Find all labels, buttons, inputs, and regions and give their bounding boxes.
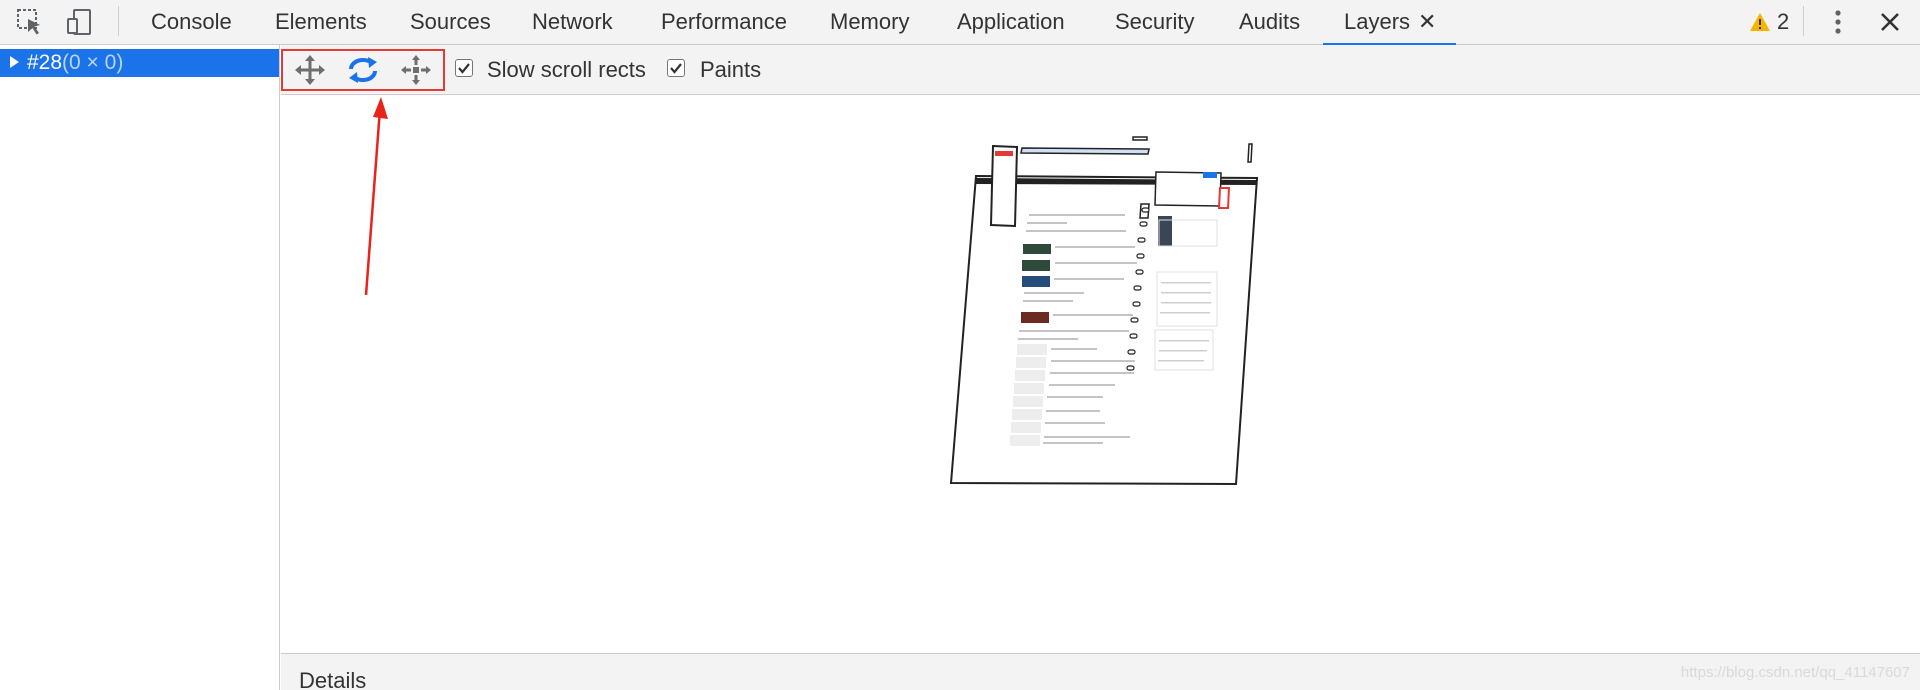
details-title: Details bbox=[299, 668, 367, 690]
toolbar-divider-right bbox=[1803, 6, 1804, 36]
tab-memory[interactable]: Memory bbox=[830, 0, 909, 44]
device-toolbar-button[interactable] bbox=[58, 0, 102, 44]
slow-scroll-rects-checkbox[interactable] bbox=[455, 59, 473, 77]
layer-tree-item[interactable]: #28(0 × 0) bbox=[0, 49, 279, 77]
tab-sources[interactable]: Sources bbox=[410, 0, 491, 44]
layer-id: #28 bbox=[27, 51, 63, 74]
tab-console[interactable]: Console bbox=[151, 0, 232, 44]
rotate-mode-button[interactable] bbox=[343, 52, 383, 88]
pan-mode-icon bbox=[294, 55, 325, 85]
transform-mode-group bbox=[281, 49, 445, 91]
expand-triangle-icon[interactable] bbox=[10, 56, 19, 68]
watermark: https://blog.csdn.net/qq_41147607 bbox=[1680, 664, 1910, 681]
slow-scroll-rects-label[interactable]: Slow scroll rects bbox=[487, 57, 646, 83]
tab-performance[interactable]: Performance bbox=[661, 0, 787, 44]
tab-application[interactable]: Application bbox=[957, 0, 1065, 44]
annotation-arrow-icon bbox=[364, 97, 388, 295]
customize-menu-button[interactable] bbox=[1823, 0, 1853, 44]
close-devtools-button[interactable] bbox=[1870, 0, 1910, 44]
layer-page-preview[interactable] bbox=[281, 96, 1920, 653]
close-tab-icon[interactable]: ✕ bbox=[1418, 9, 1436, 34]
tab-layers-label: Layers bbox=[1344, 9, 1411, 34]
toolbar-divider bbox=[118, 6, 119, 36]
reset-transform-icon bbox=[401, 55, 432, 85]
details-pane: Details https://blog.csdn.net/qq_4114760… bbox=[281, 653, 1920, 690]
kebab-menu-icon bbox=[1835, 10, 1841, 34]
tab-audits[interactable]: Audits bbox=[1239, 0, 1300, 44]
close-icon bbox=[1881, 13, 1899, 31]
cursor-inspect-icon bbox=[17, 9, 40, 35]
reset-transform-button[interactable] bbox=[396, 52, 436, 88]
checkmark-icon bbox=[458, 63, 470, 74]
tab-network[interactable]: Network bbox=[532, 0, 613, 44]
checkmark-icon bbox=[670, 63, 682, 74]
tab-layers[interactable]: Layers ✕ bbox=[1323, 0, 1457, 46]
rotate-mode-icon bbox=[348, 57, 377, 83]
warning-icon bbox=[1750, 13, 1770, 31]
devtools-tab-bar: Console Elements Sources Network Perform… bbox=[0, 0, 1920, 46]
layer-size: (0 × 0) bbox=[62, 51, 124, 74]
tab-security[interactable]: Security bbox=[1115, 0, 1194, 44]
layer-tree-pane: #28(0 × 0) bbox=[0, 45, 280, 690]
inspect-element-button[interactable] bbox=[8, 0, 52, 44]
tab-elements[interactable]: Elements bbox=[275, 0, 367, 44]
warning-count: 2 bbox=[1777, 9, 1790, 34]
pan-mode-button[interactable] bbox=[290, 52, 330, 88]
device-mode-icon bbox=[67, 9, 91, 35]
warnings-counter[interactable]: 2 bbox=[1749, 0, 1789, 44]
layers-3d-viewport[interactable] bbox=[281, 96, 1920, 653]
paints-label[interactable]: Paints bbox=[700, 57, 761, 83]
layers-toolbar: Slow scroll rects Paints bbox=[281, 45, 1920, 95]
paints-checkbox[interactable] bbox=[667, 59, 685, 77]
